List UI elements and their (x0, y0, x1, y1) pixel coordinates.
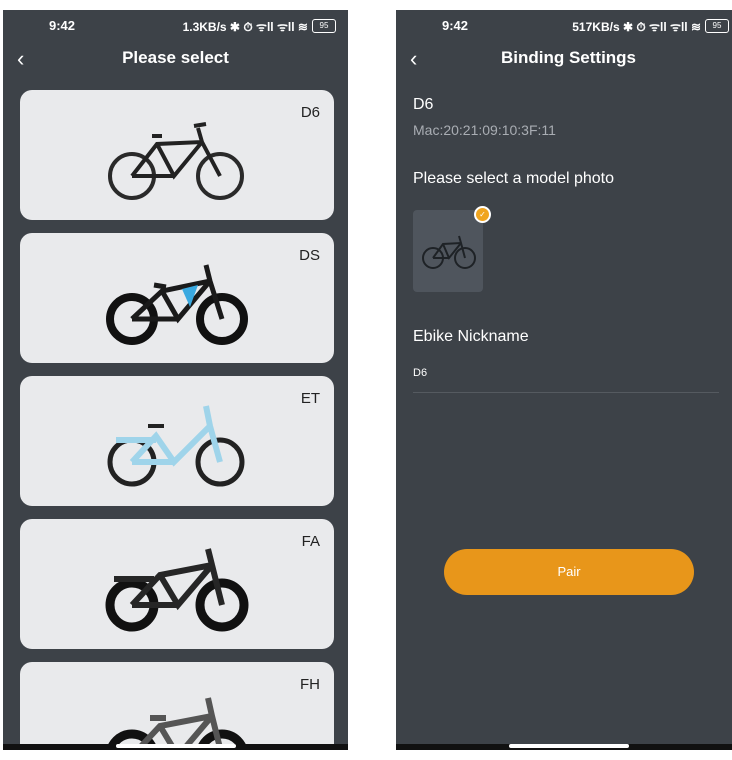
selected-check-icon: ✓ (474, 206, 491, 223)
model-card-et[interactable]: ET (20, 376, 334, 506)
model-photo-option[interactable] (413, 210, 483, 292)
model-card-fa[interactable]: FA (20, 519, 334, 649)
status-time: 9:42 (442, 18, 469, 33)
model-photo-heading: Please select a model photo (413, 170, 615, 187)
page-title: Please select (122, 48, 229, 67)
status-bar: 9:42 1.3KB/s ✱ ⏱ ᯤll ᯤll ≋ 95 (3, 10, 348, 42)
bike-image (106, 264, 248, 345)
model-card-d6[interactable]: D6 (20, 90, 334, 220)
model-label: ET (300, 390, 320, 407)
home-indicator[interactable] (508, 744, 629, 748)
pair-button[interactable]: Pair (444, 549, 694, 595)
nickname-input[interactable]: D6 (413, 367, 427, 379)
header: ‹ Binding Settings (396, 42, 732, 82)
nickname-underline (413, 392, 719, 393)
bike-image (106, 697, 248, 750)
binding-settings-screen: 9:42 517KB/s ✱ ⏱ ᯤll ᯤll ≋ 95 ‹ Binding … (396, 10, 732, 750)
model-label: DS (299, 247, 320, 264)
model-card-ds[interactable]: DS (20, 233, 334, 363)
battery-icon: 95 (312, 19, 336, 33)
status-bar: 9:42 517KB/s ✱ ⏱ ᯤll ᯤll ≋ 95 (396, 10, 732, 42)
model-select-screen: 9:42 1.3KB/s ✱ ⏱ ᯤll ᯤll ≋ 95 ‹ Please s… (3, 10, 348, 750)
status-time: 9:42 (49, 18, 76, 33)
model-label: FA (301, 533, 320, 550)
bike-thumbnail (422, 235, 476, 269)
bike-image (105, 548, 249, 632)
model-label: FH (300, 676, 320, 693)
battery-icon: 95 (705, 19, 729, 33)
device-mac: Mac:20:21:09:10:3F:11 (413, 122, 556, 138)
bike-image (107, 405, 245, 487)
model-label: D6 (300, 104, 320, 121)
header: ‹ Please select (3, 42, 348, 82)
status-network: 1.3KB/s ✱ ⏱ ᯤll ᯤll ≋ (182, 20, 308, 34)
home-indicator[interactable] (115, 744, 236, 748)
nickname-label: Ebike Nickname (413, 328, 529, 345)
device-name: D6 (413, 96, 434, 113)
model-card-fh[interactable]: FH (20, 662, 334, 750)
bike-image (108, 122, 244, 200)
status-network: 517KB/s ✱ ⏱ ᯤll ᯤll ≋ (572, 20, 701, 34)
page-title: Binding Settings (500, 48, 637, 67)
